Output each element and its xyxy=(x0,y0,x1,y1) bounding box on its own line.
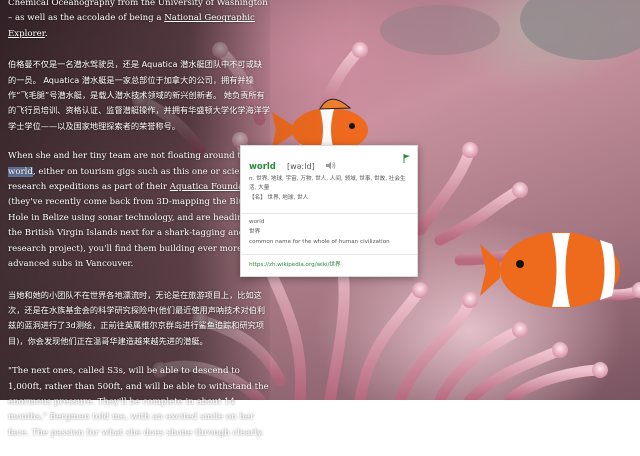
english-word: world xyxy=(249,219,265,225)
paragraph-5: "The next ones, called S3s, will be able… xyxy=(8,366,269,438)
highlighted-word[interactable]: world xyxy=(8,166,33,177)
wikipedia-link[interactable]: https://zh.wikipedia.org/wiki/世界 xyxy=(249,260,341,268)
paragraph-4-translation: 当她和她的小团队不在世界各地漂流时，无论是在旅游项目上，比如这次，还是在水族基金… xyxy=(8,289,266,346)
english-definition: common name for the whole of human civil… xyxy=(249,238,390,245)
definition-other: 【名】 世界, 地球, 世人 xyxy=(249,194,309,201)
paragraph-1: Chemical Oceanography from the Universit… xyxy=(8,0,270,42)
dictionary-popup[interactable]: world [wəːld] n. 世界, 地球, 宇宙, 万物, 世人, 人间,… xyxy=(240,145,418,277)
popup-phonetic: [wəːld] xyxy=(286,162,315,171)
popup-english-section: world 世界 common name for the whole of hu… xyxy=(249,218,411,247)
paragraph-2-translation: 伯格曼不仅是一名潜水驾驶员，还是 Aquatica 潜水艇团队中不可或缺的一员。… xyxy=(8,59,271,131)
speaker-icon[interactable] xyxy=(325,161,336,170)
paragraph-3-before: When she and her tiny team are not float… xyxy=(8,151,252,162)
flag-icon[interactable] xyxy=(403,154,411,163)
popup-header: world [wəːld] xyxy=(249,154,411,172)
article-body: Chemical Oceanography from the Universit… xyxy=(8,0,270,456)
paragraph-3-rest: (they've recently come back from 3D-mapp… xyxy=(8,197,260,270)
paragraph-1-end: . xyxy=(44,28,48,39)
english-translation: 世界 xyxy=(249,228,261,235)
definition-noun: n. 世界, 地球, 宇宙, 万物, 世人, 人间, 领域, 世事, 世故, 社… xyxy=(249,176,406,192)
popup-divider-2 xyxy=(241,254,417,255)
popup-word: world xyxy=(249,162,276,172)
paragraph-3: When she and her tiny team are not float… xyxy=(8,149,270,272)
popup-divider xyxy=(241,213,417,214)
popup-definitions: n. 世界, 地球, 宇宙, 万物, 世人, 人间, 领域, 世事, 世故, 社… xyxy=(249,175,411,203)
